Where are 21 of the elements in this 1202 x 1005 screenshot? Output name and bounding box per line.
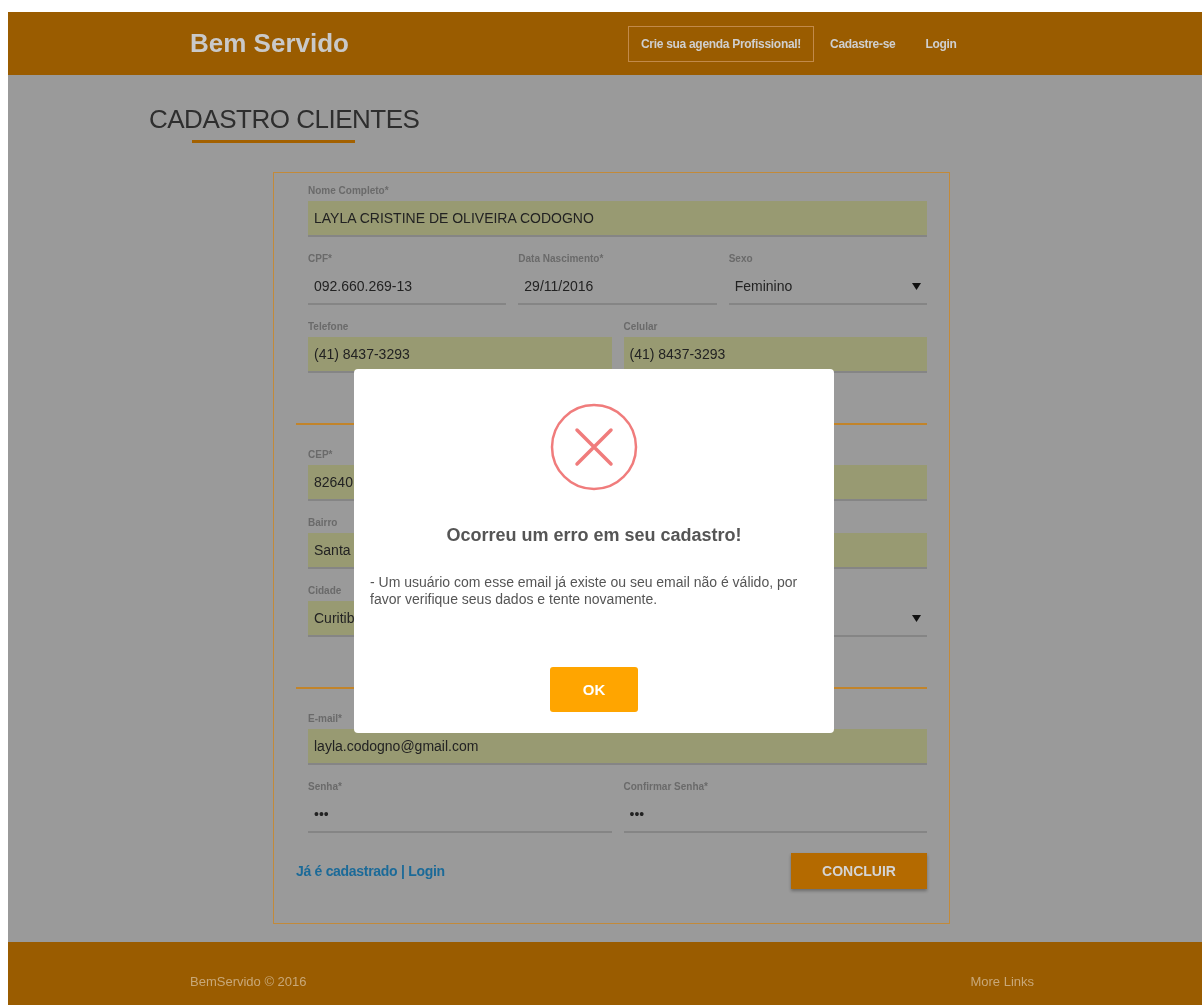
select-field[interactable]: Feminino [728, 269, 927, 305]
page-title: CADASTRO CLIENTES [149, 103, 421, 135]
site-logo[interactable]: Bem Servido [190, 28, 628, 59]
nav-link[interactable]: Cadastre-se [830, 36, 896, 51]
input-field[interactable]: 29/11/2016 [518, 269, 717, 305]
dialog-title: Ocorreu um erro em seu cadastro! [446, 525, 742, 546]
input-field[interactable]: (41) 8437-3293 [623, 337, 927, 373]
nav-link[interactable]: Login [925, 36, 957, 51]
input-field[interactable]: layla.codogno@gmail.com [308, 729, 927, 765]
input-field[interactable]: 092.660.269-13 [308, 269, 507, 305]
copyright-text: BemServido © 2016 [190, 974, 307, 989]
nav-button[interactable]: Crie sua agenda Profissional! [628, 25, 814, 62]
dropdown-caret-icon [912, 614, 921, 622]
dropdown-caret-icon [912, 282, 921, 290]
input-field[interactable]: ••• [623, 797, 927, 833]
dialog-message: - Um usuário com esse email já existe ou seu email não é válido, por favor verifique seus dados e tente novamente. [370, 574, 799, 608]
input-field[interactable]: LAYLA CRISTINE DE OLIVEIRA CODOGNO [308, 201, 927, 237]
input-field[interactable]: (41) 8437-3293 [308, 337, 612, 373]
error-icon [550, 403, 638, 491]
input-field[interactable]: ••• [308, 797, 612, 833]
submit-button[interactable]: CONCLUIR [791, 853, 927, 889]
